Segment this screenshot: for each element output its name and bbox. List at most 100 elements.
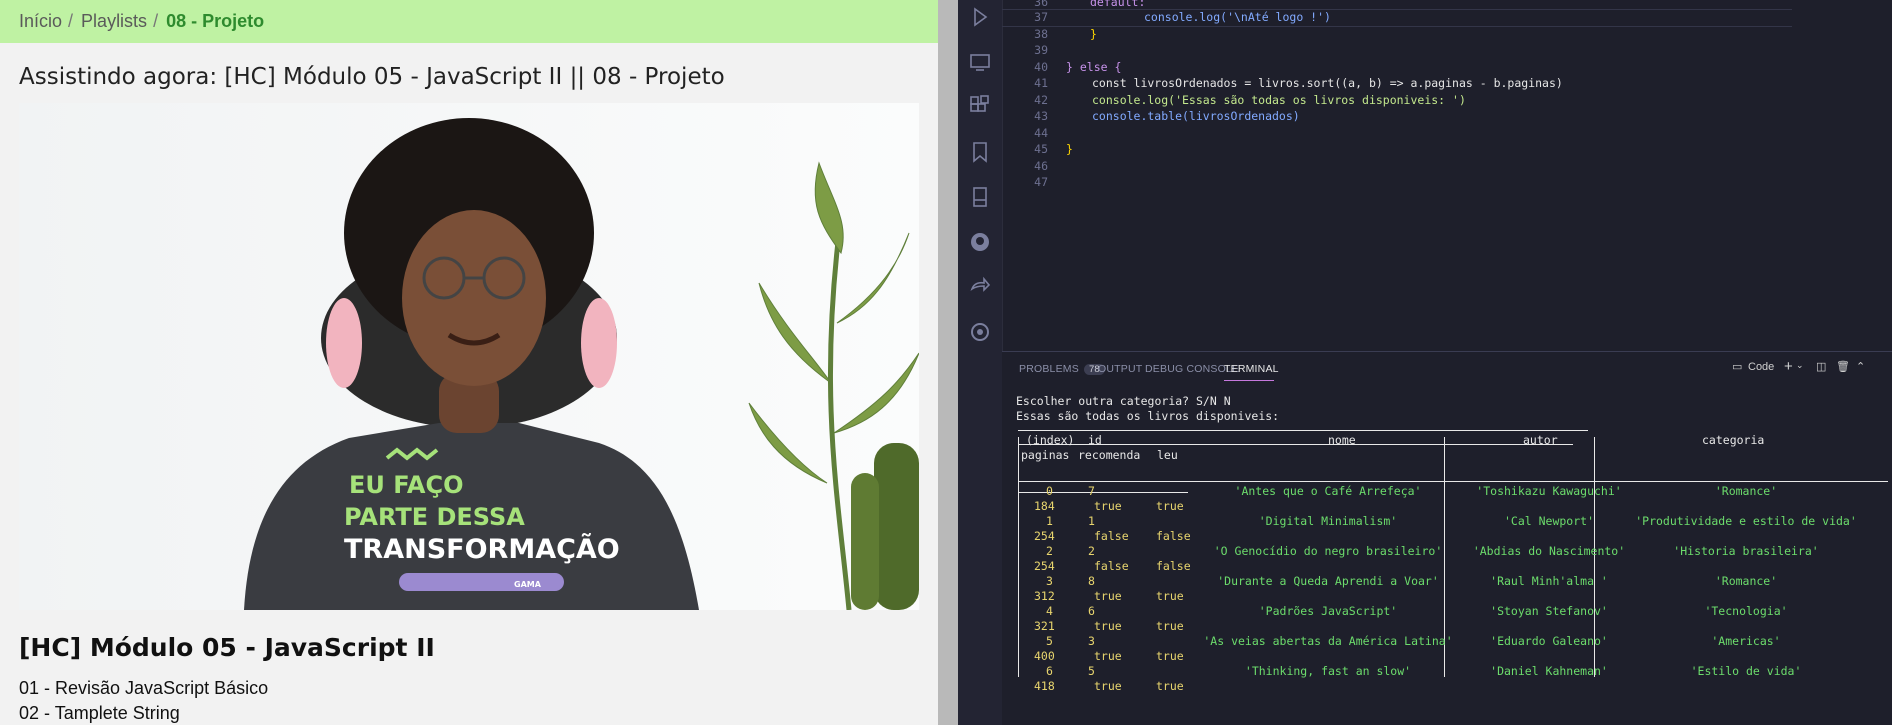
table-cell-nome: 'Digital Minimalism' bbox=[1258, 514, 1398, 528]
code-line: 44 bbox=[1034, 126, 1048, 140]
bookmark-icon[interactable] bbox=[968, 140, 992, 164]
table-cell-autor: 'Toshikazu Kawaguchi' bbox=[1476, 484, 1622, 498]
header-id: id bbox=[1088, 433, 1102, 447]
live-share-icon[interactable] bbox=[968, 275, 992, 299]
table-cell-leu: true bbox=[1156, 619, 1184, 633]
remote-explorer-icon[interactable] bbox=[968, 50, 992, 74]
add-terminal-icon[interactable]: + bbox=[1784, 358, 1793, 375]
shirt-text-line: EU FAÇO bbox=[349, 471, 463, 499]
code-editor-window: 36 default: 37 console.log('\nAté logo !')… bbox=[958, 0, 1892, 725]
table-cell-paginas: 321 bbox=[1034, 619, 1055, 633]
code-area[interactable]: 36 default: 37 console.log('\nAté logo !')… bbox=[1002, 0, 1892, 350]
table-cell-id: 2 bbox=[1088, 544, 1095, 558]
table-cell-paginas: 254 bbox=[1034, 559, 1055, 573]
breadcrumb-playlists-link[interactable]: Playlists bbox=[81, 11, 147, 32]
terminal-icon: ▭ bbox=[1732, 361, 1743, 373]
table-rule bbox=[1018, 430, 1588, 431]
header-recomenda: recomenda bbox=[1078, 448, 1141, 462]
table-cell-nome: 'Durante a Queda Aprendi a Voar' bbox=[1217, 574, 1439, 588]
table-cell-categoria: 'Tecnologia' bbox=[1704, 604, 1788, 618]
code-line: 42 console.log('Essas são todas os livros… bbox=[1034, 93, 1466, 107]
terminal-output[interactable]: Escolher outra categoria? S/N N Essas sã… bbox=[1016, 394, 1892, 725]
course-player-page: Início / Playlists / 08 - Projeto Assist… bbox=[0, 0, 938, 725]
table-cell-categoria: 'Americas' bbox=[1711, 634, 1781, 648]
table-cell-nome: 'Padrões JavaScript' bbox=[1258, 604, 1398, 618]
table-cell-paginas: 400 bbox=[1034, 649, 1055, 663]
table-cell-index: 3 bbox=[1046, 574, 1053, 588]
table-cell-id: 1 bbox=[1088, 514, 1095, 528]
header-index: (index) bbox=[1026, 433, 1075, 447]
table-cell-nome: 'Antes que o Café Arrefeça' bbox=[1234, 484, 1422, 498]
activity-bar bbox=[958, 0, 1003, 725]
table-cell-categoria: 'Romance' bbox=[1714, 484, 1778, 498]
table-cell-paginas: 312 bbox=[1034, 589, 1055, 603]
github-icon[interactable] bbox=[968, 230, 992, 254]
tab-output[interactable]: OUTPUT bbox=[1098, 363, 1142, 375]
table-cell-leu: false bbox=[1156, 529, 1191, 543]
table-cell-autor: 'Daniel Kahneman' bbox=[1490, 664, 1608, 678]
table-cell-autor: 'Cal Newport' bbox=[1503, 514, 1595, 528]
table-cell-autor: 'Raul Minh'alma ' bbox=[1490, 574, 1608, 588]
table-cell-paginas: 418 bbox=[1034, 679, 1055, 693]
table-cell-paginas: 254 bbox=[1034, 529, 1055, 543]
header-autor: autor bbox=[1523, 433, 1558, 447]
table-cell-id: 8 bbox=[1088, 574, 1095, 588]
tab-problems[interactable]: PROBLEMS 78 bbox=[1019, 363, 1105, 375]
watching-now-title: Assistindo agora: [HC] Módulo 05 - JavaS… bbox=[19, 64, 725, 90]
breadcrumb-home-link[interactable]: Início bbox=[19, 11, 62, 32]
tab-terminal[interactable]: TERMINAL bbox=[1224, 363, 1279, 375]
table-cell-categoria: 'Estilo de vida' bbox=[1690, 664, 1802, 678]
table-cell-recomenda: true bbox=[1094, 649, 1122, 663]
table-cell-categoria: 'Produtividade e estilo de vida' bbox=[1635, 514, 1857, 528]
breadcrumb-separator: / bbox=[68, 11, 74, 31]
course-title: [HC] Módulo 05 - JavaScript II bbox=[19, 633, 435, 662]
table-cell-categoria: 'Historia brasileira' bbox=[1673, 544, 1819, 558]
table-cell-recomenda: true bbox=[1094, 679, 1122, 693]
table-cell-paginas: 184 bbox=[1034, 499, 1055, 513]
lesson-link[interactable]: 01 - Revisão JavaScript Básico bbox=[19, 678, 268, 699]
settings-sync-icon[interactable] bbox=[968, 320, 992, 344]
table-cell-index: 2 bbox=[1046, 544, 1053, 558]
breadcrumb-current: 08 - Projeto bbox=[166, 11, 265, 31]
table-cell-categoria: 'Romance' bbox=[1714, 574, 1778, 588]
extensions-icon[interactable] bbox=[968, 94, 992, 118]
split-terminal-icon[interactable]: ◫ bbox=[1816, 360, 1826, 373]
code-line: 47 bbox=[1034, 175, 1048, 189]
bottom-panel: PROBLEMS 78 OUTPUT DEBUG CONSOLE TERMINAL… bbox=[1002, 351, 1892, 725]
notebook-icon[interactable] bbox=[968, 185, 992, 209]
breadcrumb-separator: / bbox=[153, 11, 159, 31]
video-frame: EU FAÇO PARTE DESSA TRANSFORMAÇÃO GAMA bbox=[19, 103, 919, 610]
header-paginas: paginas bbox=[1021, 448, 1070, 462]
table-cell-leu: true bbox=[1156, 649, 1184, 663]
table-cell-id: 6 bbox=[1088, 604, 1095, 618]
table-cell-recomenda: true bbox=[1094, 619, 1122, 633]
code-line: 41 const livrosOrdenados = livros.sort((a… bbox=[1034, 76, 1563, 90]
table-cell-leu: true bbox=[1156, 589, 1184, 603]
run-debug-icon[interactable] bbox=[968, 5, 992, 29]
table-cell-autor: 'Stoyan Stefanov' bbox=[1490, 604, 1608, 618]
table-cell-nome: 'O Genocídio do negro brasileiro' bbox=[1213, 544, 1443, 558]
shirt-logo-text: GAMA bbox=[514, 580, 542, 589]
table-cell-nome: 'As veias abertas da América Latina' bbox=[1203, 634, 1453, 648]
table-cell-recomenda: true bbox=[1094, 589, 1122, 603]
lesson-link[interactable]: 02 - Tamplete String bbox=[19, 703, 180, 724]
code-line: 46 bbox=[1034, 159, 1048, 173]
chevron-down-icon[interactable]: ⌄ bbox=[1796, 360, 1804, 371]
table-cell-index: 4 bbox=[1046, 604, 1053, 618]
breadcrumb: Início / Playlists / 08 - Projeto bbox=[0, 0, 938, 43]
terminal-profile-label[interactable]: Code bbox=[1748, 361, 1774, 373]
table-cell-recomenda: true bbox=[1094, 499, 1122, 513]
code-line: 43 console.table(livrosOrdenados) bbox=[1034, 109, 1300, 123]
chevron-up-icon[interactable]: ⌃ bbox=[1856, 360, 1865, 373]
video-player[interactable]: EU FAÇO PARTE DESSA TRANSFORMAÇÃO GAMA bbox=[19, 103, 919, 610]
trash-icon[interactable]: 🗑 bbox=[1836, 360, 1850, 373]
table-cell-recomenda: false bbox=[1094, 529, 1129, 543]
table-cell-autor: 'Abdias do Nascimento' bbox=[1472, 544, 1626, 558]
table-cell-index: 6 bbox=[1046, 664, 1053, 678]
table-rule bbox=[1018, 492, 1188, 493]
table-cell-index: 1 bbox=[1046, 514, 1053, 528]
code-line: 45} bbox=[1034, 142, 1073, 156]
table-cell-autor: 'Eduardo Galeano' bbox=[1490, 634, 1608, 648]
table-rule bbox=[1018, 481, 1888, 482]
panel-toolbar: ▭ Code + ⌄ ◫ 🗑 ⌃ bbox=[1732, 358, 1892, 376]
